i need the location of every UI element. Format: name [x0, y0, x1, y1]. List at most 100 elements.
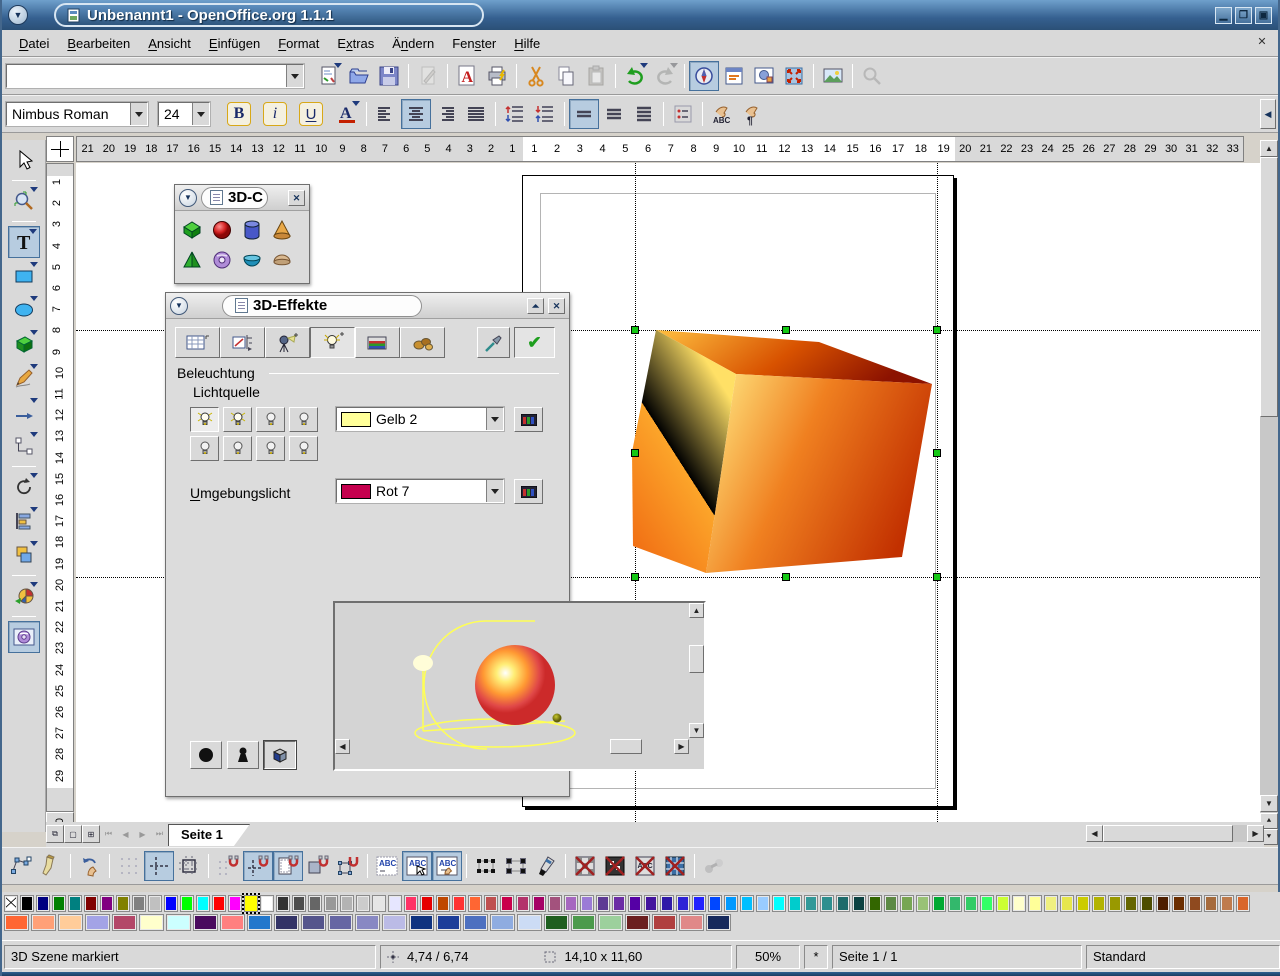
- color-swatch[interactable]: [852, 895, 866, 912]
- guides-when-moving-button[interactable]: [174, 851, 204, 881]
- tab-geometry[interactable]: [175, 327, 220, 358]
- color-swatch[interactable]: [484, 895, 498, 912]
- preview-scroll-up-icon[interactable]: ▲: [689, 603, 704, 618]
- curve-caret-icon[interactable]: [30, 364, 38, 369]
- color-swatch[interactable]: [1204, 895, 1218, 912]
- line-spacing-1-button[interactable]: [569, 99, 599, 129]
- color-swatch[interactable]: [340, 895, 354, 912]
- large-handles-button[interactable]: [501, 851, 531, 881]
- text-caret-icon[interactable]: [29, 229, 37, 234]
- selection-handle[interactable]: [782, 573, 790, 581]
- insert-tool[interactable]: [8, 580, 40, 612]
- connector-tool[interactable]: [8, 430, 40, 462]
- horizontal-scrollbar[interactable]: ◀ ▶: [1086, 825, 1264, 842]
- menu-einfgen[interactable]: Einfügen: [200, 33, 269, 54]
- font-name-dropdown-icon[interactable]: [130, 103, 147, 125]
- 3d-pyramid-button[interactable]: [177, 245, 207, 275]
- search-button[interactable]: [857, 61, 887, 91]
- horizontal-scroll-thumb[interactable]: [1103, 825, 1233, 842]
- paragraph-dialog-button[interactable]: ¶: [737, 99, 767, 129]
- color-swatch[interactable]: [220, 914, 245, 931]
- color-swatch[interactable]: [1172, 895, 1186, 912]
- modify-with-attributes-button[interactable]: [531, 851, 561, 881]
- color-swatch[interactable]: [692, 895, 706, 912]
- rectangle-caret-icon[interactable]: [30, 262, 38, 267]
- color-swatch[interactable]: [804, 895, 818, 912]
- color-swatch[interactable]: [1012, 895, 1026, 912]
- selection-handle[interactable]: [631, 449, 639, 457]
- tab-illumination[interactable]: [265, 327, 310, 358]
- color-swatch[interactable]: [276, 895, 290, 912]
- simple-handles-button[interactable]: [471, 851, 501, 881]
- menu-fenster[interactable]: Fenster: [443, 33, 505, 54]
- rotation-mode-button[interactable]: [75, 851, 105, 881]
- rotate-caret-icon[interactable]: [30, 473, 38, 478]
- redo-button[interactable]: [650, 61, 680, 91]
- paste-button[interactable]: [581, 61, 611, 91]
- color-swatch[interactable]: [652, 914, 677, 931]
- vertical-scrollbar[interactable]: ▲ ▼ ⯅ ⯆: [1260, 140, 1278, 845]
- color-swatch[interactable]: [228, 895, 242, 912]
- assign-button[interactable]: ✔: [514, 327, 555, 358]
- url-combobox[interactable]: [6, 64, 304, 88]
- arrange-caret-icon[interactable]: [30, 541, 38, 546]
- light-color-value[interactable]: Gelb 2: [371, 411, 486, 427]
- menu-bearbeiten[interactable]: Bearbeiten: [58, 33, 139, 54]
- color-swatch[interactable]: [679, 914, 704, 931]
- rectangle-tool[interactable]: [8, 260, 40, 292]
- justify-button[interactable]: [461, 99, 491, 129]
- align-right-button[interactable]: [431, 99, 461, 129]
- color-swatch[interactable]: [355, 914, 380, 931]
- color-swatch[interactable]: [356, 895, 370, 912]
- light-1-button[interactable]: [190, 407, 219, 432]
- color-swatch[interactable]: [31, 914, 56, 931]
- save-button[interactable]: [374, 61, 404, 91]
- spacing-decrease-button[interactable]: [530, 99, 560, 129]
- color-swatch[interactable]: [212, 895, 226, 912]
- horizontal-ruler[interactable]: 212019181716151413121110987654321 123456…: [76, 136, 1244, 162]
- color-swatch[interactable]: [112, 914, 137, 931]
- color-swatch[interactable]: [756, 895, 770, 912]
- color-swatch[interactable]: [260, 895, 274, 912]
- color-swatch[interactable]: [20, 895, 34, 912]
- color-swatch[interactable]: [166, 914, 191, 931]
- show-guides-button[interactable]: [144, 851, 174, 881]
- color-swatch[interactable]: [544, 914, 569, 931]
- color-swatch[interactable]: [139, 914, 164, 931]
- 3d-torus-button[interactable]: [207, 245, 237, 275]
- 3d-effects-titlebar[interactable]: ▼ 3D-Effekte ⏶ ✕: [166, 293, 569, 319]
- underline-button[interactable]: U: [296, 99, 326, 129]
- minimize-button[interactable]: ▁: [1215, 7, 1232, 24]
- ellipse-caret-icon[interactable]: [30, 296, 38, 301]
- color-swatch[interactable]: [292, 895, 306, 912]
- status-position-size[interactable]: 4,74 / 6,74 14,10 x 11,60: [380, 945, 732, 969]
- show-grid-button[interactable]: [114, 851, 144, 881]
- character-dialog-button[interactable]: ABC: [707, 99, 737, 129]
- previous-page-icon[interactable]: ◀: [117, 825, 134, 843]
- color-swatch[interactable]: [884, 895, 898, 912]
- font-size-combobox[interactable]: 24: [158, 102, 210, 126]
- print-button[interactable]: [482, 61, 512, 91]
- light-6-button[interactable]: [223, 436, 252, 461]
- align-left-button[interactable]: [371, 99, 401, 129]
- stylist-button[interactable]: [719, 61, 749, 91]
- snap-to-grid-button[interactable]: [213, 851, 243, 881]
- color-swatch[interactable]: [1124, 895, 1138, 912]
- preview-lamp-button[interactable]: [227, 741, 259, 769]
- light-7-button[interactable]: [256, 436, 285, 461]
- preview-hscroll-thumb[interactable]: [610, 739, 642, 754]
- ellipse-tool[interactable]: [8, 294, 40, 326]
- color-swatch[interactable]: [4, 914, 29, 931]
- color-swatch[interactable]: [724, 895, 738, 912]
- color-swatch[interactable]: [500, 895, 514, 912]
- color-swatch[interactable]: [193, 914, 218, 931]
- color-swatch[interactable]: [571, 914, 596, 931]
- preview-scroll-down-icon[interactable]: ▼: [689, 723, 704, 738]
- color-swatch[interactable]: [900, 895, 914, 912]
- color-swatch[interactable]: [644, 895, 658, 912]
- color-swatch[interactable]: [564, 895, 578, 912]
- color-swatch[interactable]: [84, 895, 98, 912]
- color-swatch[interactable]: [980, 895, 994, 912]
- document-close-icon[interactable]: ✕: [1254, 35, 1270, 51]
- double-click-to-edit-button[interactable]: ABC: [432, 851, 462, 881]
